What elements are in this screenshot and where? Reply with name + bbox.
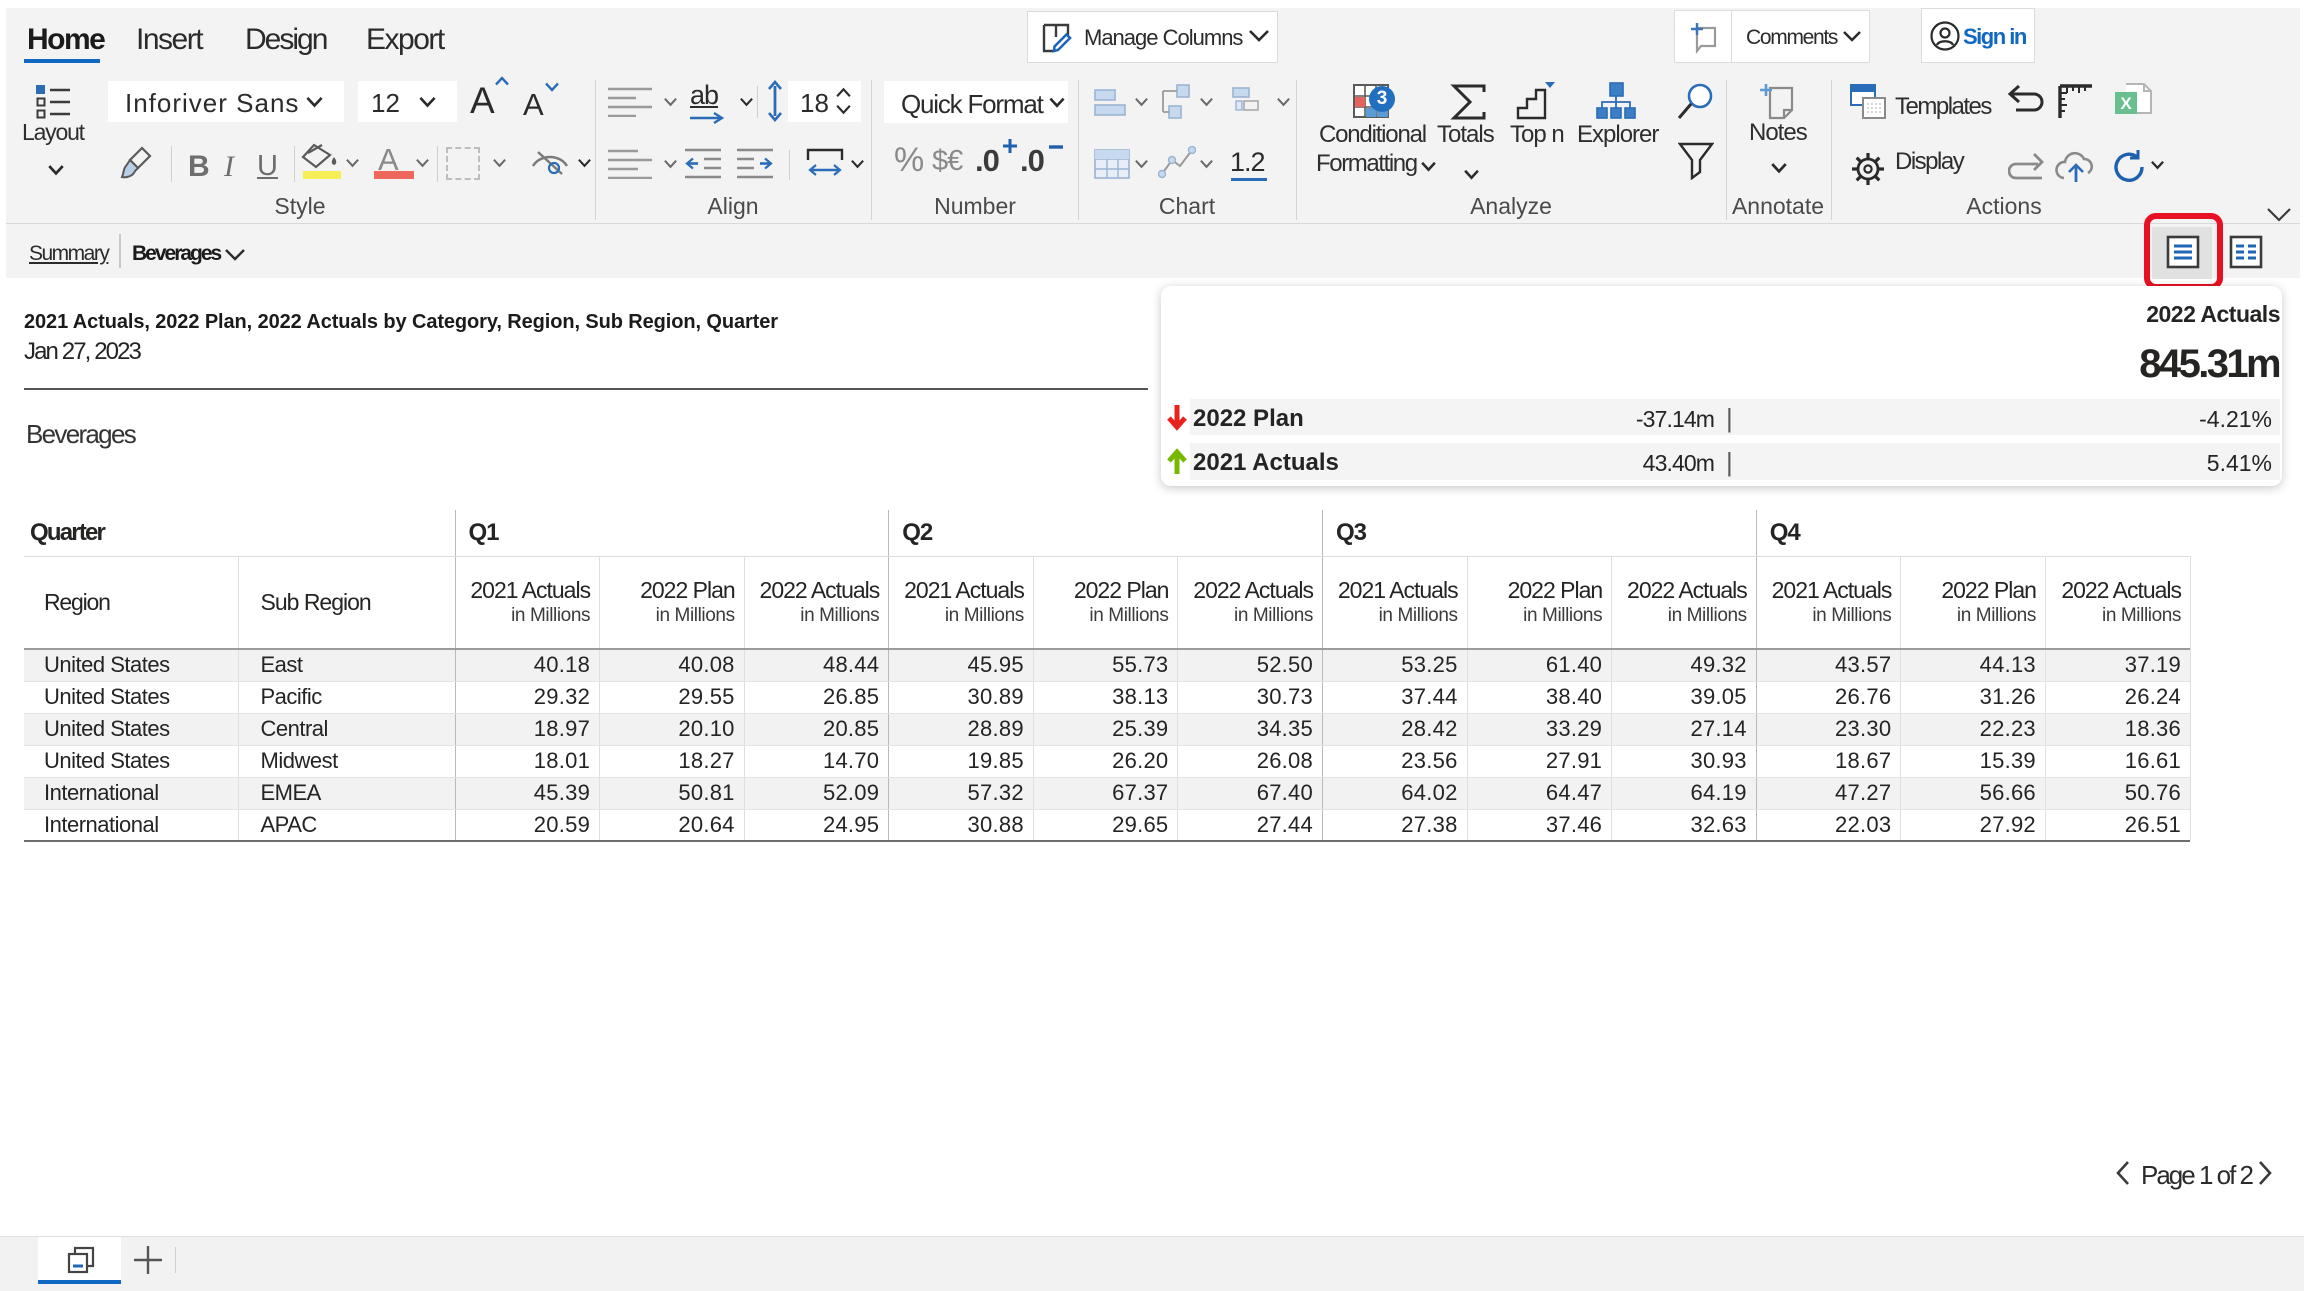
svg-text:X: X [2120, 94, 2132, 113]
